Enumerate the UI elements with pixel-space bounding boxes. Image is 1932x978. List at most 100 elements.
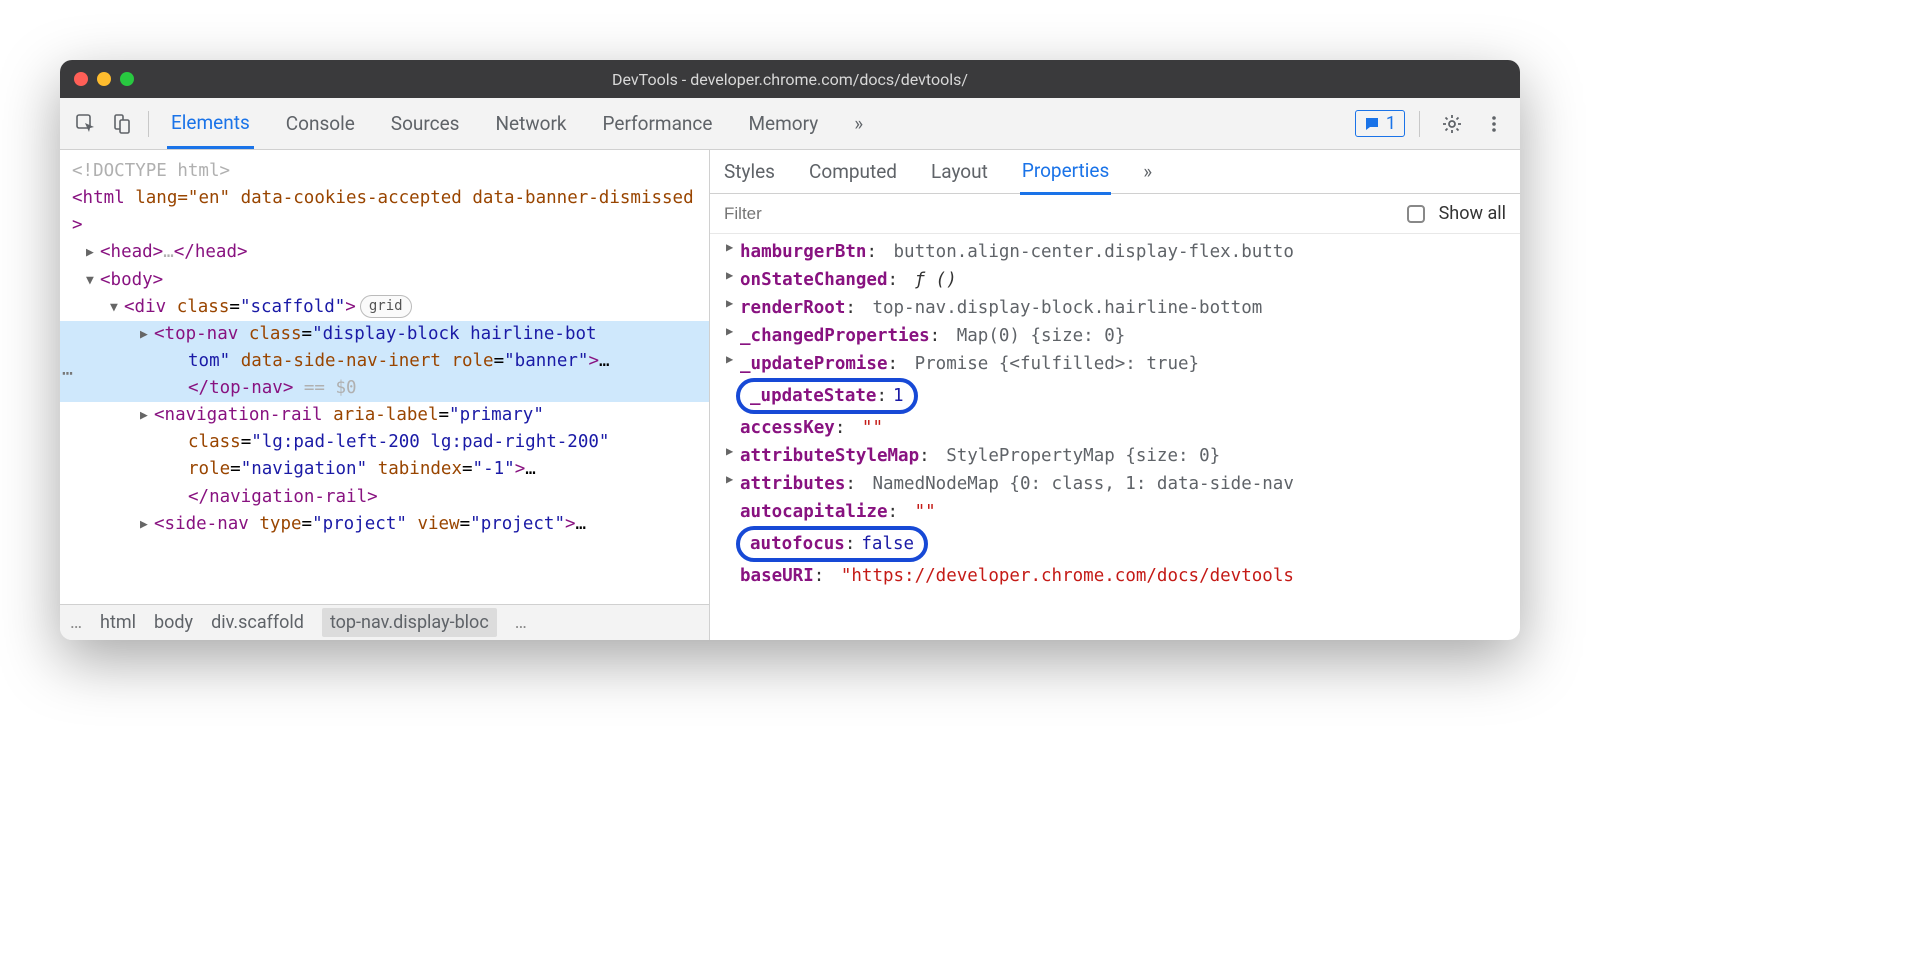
device-toolbar-icon[interactable] xyxy=(104,106,140,142)
sidebar-tabs-overflow[interactable]: » xyxy=(1141,150,1154,193)
dom-side-nav[interactable]: ▶<side-nav type="project" view="project"… xyxy=(60,511,709,538)
property-key: autofocus xyxy=(750,530,845,558)
expand-arrow-icon[interactable]: ▶ xyxy=(726,322,740,341)
breadcrumb-overflow-right[interactable]: … xyxy=(515,612,527,633)
more-button[interactable] xyxy=(1476,106,1512,142)
separator xyxy=(1419,111,1420,137)
inspect-element-icon[interactable] xyxy=(68,106,104,142)
property-key: _updatePromise xyxy=(740,354,888,374)
separator xyxy=(148,111,149,137)
sidebar-tabs: Styles Computed Layout Properties » xyxy=(710,150,1520,194)
property-value: StylePropertyMap {size: 0} xyxy=(946,446,1220,466)
property-row[interactable]: _updateState: 1 xyxy=(718,378,1520,414)
expand-arrow-icon[interactable]: ▶ xyxy=(726,442,740,461)
expand-arrow-icon[interactable]: ▶ xyxy=(726,238,740,257)
elements-panel: ⋯ <!DOCTYPE html> <html lang="en" data-c… xyxy=(60,150,710,640)
property-row[interactable]: ▶_updatePromise: Promise {<fulfilled>: t… xyxy=(718,350,1520,378)
tab-layout[interactable]: Layout xyxy=(929,150,990,193)
property-row[interactable]: ▶_changedProperties: Map(0) {size: 0} xyxy=(718,322,1520,350)
property-key: attributes xyxy=(740,474,845,494)
property-value: top-nav.display-block.hairline-bottom xyxy=(872,298,1262,318)
tab-properties[interactable]: Properties xyxy=(1020,149,1111,195)
property-row[interactable]: accessKey: "" xyxy=(718,414,1520,442)
property-key: baseURI xyxy=(740,566,814,586)
dom-html-open[interactable]: <html lang="en" data-cookies-accepted da… xyxy=(60,185,709,239)
settings-button[interactable] xyxy=(1434,106,1470,142)
window-title: DevTools - developer.chrome.com/docs/dev… xyxy=(60,70,1520,89)
property-value: "" xyxy=(862,418,883,438)
issues-button[interactable]: 1 xyxy=(1355,110,1405,137)
tab-performance[interactable]: Performance xyxy=(599,100,717,147)
properties-filter-row: Show all xyxy=(710,194,1520,234)
property-row[interactable]: baseURI: "https://developer.chrome.com/d… xyxy=(718,562,1520,590)
dom-top-nav-cont[interactable]: tom" data-side-nav-inert role="banner">… xyxy=(60,348,709,375)
grid-badge[interactable]: grid xyxy=(360,295,412,319)
expand-arrow-icon[interactable]: ▶ xyxy=(726,266,740,285)
dom-head[interactable]: ▶<head>…</head> xyxy=(60,239,709,266)
crumb-html[interactable]: html xyxy=(100,612,136,633)
property-value: Promise {<fulfilled>: true} xyxy=(915,354,1199,374)
tab-network[interactable]: Network xyxy=(491,100,570,147)
property-row[interactable]: autofocus: false xyxy=(718,526,1520,562)
property-row[interactable]: ▶attributeStyleMap: StylePropertyMap {si… xyxy=(718,442,1520,470)
gutter-ellipsis-icon: ⋯ xyxy=(62,360,74,388)
property-value: false xyxy=(861,530,914,558)
dom-nav-rail[interactable]: ▶<navigation-rail aria-label="primary" xyxy=(60,402,709,429)
property-row[interactable]: ▶hamburgerBtn: button.align-center.displ… xyxy=(718,238,1520,266)
property-key: _updateState xyxy=(750,382,876,410)
property-key: attributeStyleMap xyxy=(740,446,919,466)
tab-computed[interactable]: Computed xyxy=(807,150,899,193)
main-tabs: Elements Console Sources Network Perform… xyxy=(167,99,1355,149)
show-all-label: Show all xyxy=(1439,203,1506,224)
sidebar-panel: Styles Computed Layout Properties » Show… xyxy=(710,150,1520,640)
property-key: hamburgerBtn xyxy=(740,242,866,262)
property-row[interactable]: ▶renderRoot: top-nav.display-block.hairl… xyxy=(718,294,1520,322)
tab-console[interactable]: Console xyxy=(282,100,359,147)
kebab-icon xyxy=(1485,115,1503,133)
devtools-window: DevTools - developer.chrome.com/docs/dev… xyxy=(60,60,1520,640)
toolbar-right: 1 xyxy=(1355,106,1512,142)
tab-memory[interactable]: Memory xyxy=(744,100,822,147)
issues-count: 1 xyxy=(1386,113,1396,134)
property-value: 1 xyxy=(893,382,904,410)
property-key: autocapitalize xyxy=(740,502,888,522)
dom-top-nav[interactable]: ▶<top-nav class="display-block hairline-… xyxy=(60,321,709,348)
property-key: renderRoot xyxy=(740,298,845,318)
dom-nav-rail-close[interactable]: </navigation-rail> xyxy=(60,484,709,511)
filter-input[interactable] xyxy=(724,204,1393,224)
dom-doctype[interactable]: <!DOCTYPE html> xyxy=(60,158,709,185)
property-value: Map(0) {size: 0} xyxy=(957,326,1126,346)
show-all-checkbox[interactable] xyxy=(1407,205,1425,223)
tabs-overflow[interactable]: » xyxy=(850,100,867,147)
dom-top-nav-close[interactable]: </top-nav> == $0 xyxy=(60,375,709,402)
properties-list[interactable]: ▶hamburgerBtn: button.align-center.displ… xyxy=(710,234,1520,640)
property-row[interactable]: ▶attributes: NamedNodeMap {0: class, 1: … xyxy=(718,470,1520,498)
crumb-div-scaffold[interactable]: div.scaffold xyxy=(211,612,304,633)
tab-sources[interactable]: Sources xyxy=(387,100,464,147)
breadcrumb-overflow-left[interactable]: … xyxy=(70,612,82,633)
tab-elements[interactable]: Elements xyxy=(167,99,254,149)
expand-arrow-icon[interactable]: ▶ xyxy=(726,350,740,369)
highlighted-property: autofocus: false xyxy=(736,526,928,562)
gear-icon xyxy=(1442,114,1462,134)
dom-nav-rail-2[interactable]: class="lg:pad-left-200 lg:pad-right-200" xyxy=(60,429,709,456)
property-value: "https://developer.chrome.com/docs/devto… xyxy=(841,566,1294,586)
breadcrumb: … html body div.scaffold top-nav.display… xyxy=(60,604,709,640)
dom-nav-rail-3[interactable]: role="navigation" tabindex="-1">… xyxy=(60,456,709,483)
expand-arrow-icon[interactable]: ▶ xyxy=(726,470,740,489)
dom-div-scaffold[interactable]: ▼<div class="scaffold">grid xyxy=(60,294,709,321)
highlighted-property: _updateState: 1 xyxy=(736,378,918,414)
property-value: button.align-center.display-flex.butto xyxy=(894,242,1294,262)
property-key: accessKey xyxy=(740,418,835,438)
property-key: _changedProperties xyxy=(740,326,930,346)
crumb-top-nav[interactable]: top-nav.display-bloc xyxy=(322,608,497,637)
property-value: ƒ () xyxy=(915,270,957,290)
title-bar: DevTools - developer.chrome.com/docs/dev… xyxy=(60,60,1520,98)
tab-styles[interactable]: Styles xyxy=(722,150,777,193)
expand-arrow-icon[interactable]: ▶ xyxy=(726,294,740,313)
property-row[interactable]: autocapitalize: "" xyxy=(718,498,1520,526)
crumb-body[interactable]: body xyxy=(154,612,193,633)
dom-tree[interactable]: ⋯ <!DOCTYPE html> <html lang="en" data-c… xyxy=(60,150,709,604)
dom-body-open[interactable]: ▼<body> xyxy=(60,267,709,294)
property-row[interactable]: ▶onStateChanged: ƒ () xyxy=(718,266,1520,294)
